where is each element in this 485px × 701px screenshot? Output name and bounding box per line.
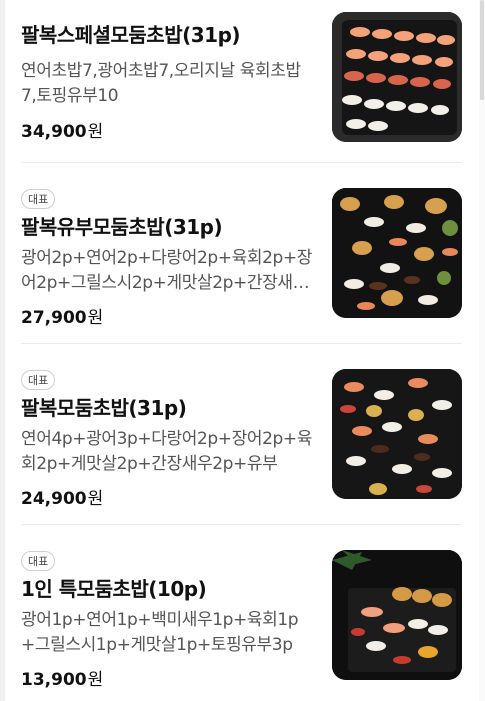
menu-item[interactable]: 대표 팔복유부모둠초밥(31p) 광어2p+연어2p+다랑어2p+육회2p+장어…: [21, 188, 462, 328]
scrollbar-thumb[interactable]: [480, 0, 484, 100]
menu-item-price: 13,900원: [21, 665, 313, 690]
menu-item-text: 팔복스페셜모둠초밥(31p) 연어초밥7,광어초밥7,오리지날 육회초밥7,토핑…: [21, 12, 313, 142]
menu-item-text: 대표 팔복모둠초밥(31p) 연어4p+광어3p+다랑어2p+장어2p+육회2p…: [21, 369, 313, 509]
single-sushi-box-icon: [332, 550, 462, 680]
menu-item-photo[interactable]: [332, 550, 462, 680]
menu-item-description: 광어2p+연어2p+다랑어2p+육회2p+장어2p+그릴스시2p+게맛살2p+간…: [21, 248, 313, 293]
menu-item-description: 연어4p+광어3p+다랑어2p+장어2p+육회2p+게맛살2p+간장새우2p+유…: [21, 429, 313, 474]
menu-item-photo[interactable]: [332, 188, 462, 318]
menu-item-text: 대표 팔복유부모둠초밥(31p) 광어2p+연어2p+다랑어2p+육회2p+장어…: [21, 188, 313, 328]
divider: [21, 343, 462, 344]
menu-item[interactable]: 대표 1인 특모둠초밥(10p) 광어1p+연어1p+백미새우1p+육회1p+그…: [21, 550, 462, 690]
signature-badge: 대표: [21, 189, 56, 209]
menu-item-price: 24,900원: [21, 484, 313, 509]
scrollbar[interactable]: [479, 0, 485, 701]
divider: [21, 162, 462, 163]
price-value: 13,900: [21, 670, 87, 690]
divider: [21, 524, 462, 525]
menu-item-description: 연어초밥7,광어초밥7,오리지날 육회초밥7,토핑유부10: [21, 61, 301, 106]
menu-item-title: 팔복유부모둠초밥(31p): [21, 215, 223, 239]
special-sushi-platter-icon: [332, 12, 462, 142]
yubu-sushi-platter-icon: [332, 188, 462, 318]
menu-item[interactable]: 팔복스페셜모둠초밥(31p) 연어초밥7,광어초밥7,오리지날 육회초밥7,토핑…: [21, 12, 462, 142]
signature-badge: 대표: [21, 370, 56, 390]
price-value: 27,900: [21, 308, 87, 328]
menu-item-price: 34,900원: [21, 117, 313, 142]
menu-item-price: 27,900원: [21, 303, 313, 328]
assorted-sushi-platter-icon: [332, 369, 462, 499]
price-value: 34,900: [21, 122, 87, 142]
price-value: 24,900: [21, 489, 87, 509]
menu-item[interactable]: 대표 팔복모둠초밥(31p) 연어4p+광어3p+다랑어2p+장어2p+육회2p…: [21, 369, 462, 509]
menu-item-title: 팔복모둠초밥(31p): [21, 396, 187, 420]
menu-item-photo[interactable]: [332, 12, 462, 142]
price-currency: 원: [87, 670, 104, 690]
menu-item-text: 대표 1인 특모둠초밥(10p) 광어1p+연어1p+백미새우1p+육회1p+그…: [21, 550, 313, 690]
price-currency: 원: [87, 122, 104, 142]
menu-item-photo[interactable]: [332, 369, 462, 499]
signature-badge: 대표: [21, 551, 56, 571]
price-currency: 원: [87, 489, 104, 509]
menu-item-title: 1인 특모둠초밥(10p): [21, 577, 207, 601]
menu-item-description: 광어1p+연어1p+백미새우1p+육회1p+그릴스시1p+게맛살1p+토핑유부3…: [21, 610, 299, 655]
price-currency: 원: [87, 308, 104, 328]
left-edge: [0, 0, 5, 701]
menu-item-title: 팔복스페셜모둠초밥(31p): [21, 23, 241, 47]
